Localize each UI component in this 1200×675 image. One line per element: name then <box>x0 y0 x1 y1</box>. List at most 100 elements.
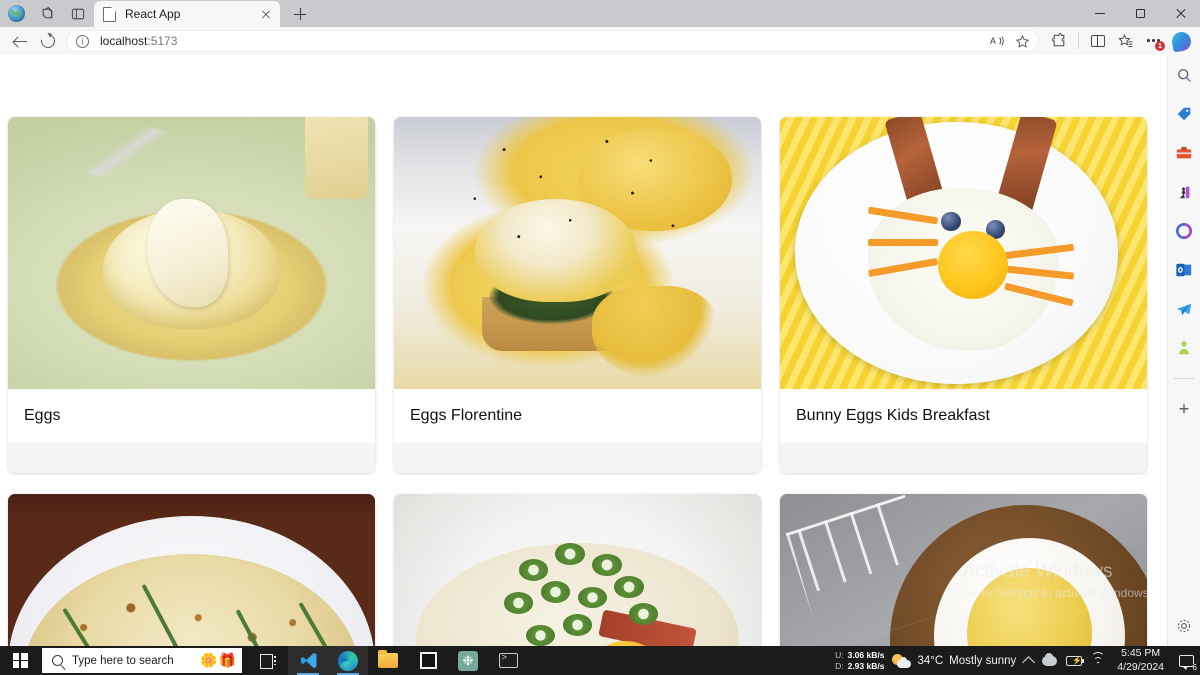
taskbar-search-input[interactable]: Type here to search 🌼 🎁 <box>42 648 242 673</box>
paper-plane-icon[interactable] <box>1172 297 1196 321</box>
extensions-icon[interactable] <box>1045 29 1073 53</box>
person-green-icon[interactable] <box>1172 336 1196 360</box>
add-tool-icon[interactable]: + <box>1172 397 1196 421</box>
settings-badge: 1 <box>1155 41 1165 51</box>
recipe-card[interactable]: Bunny Eggs Kids Breakfast <box>780 117 1147 474</box>
recipe-card[interactable]: Eggs <box>8 117 375 474</box>
tools-briefcase-icon[interactable] <box>1172 141 1196 165</box>
split-screen-icon[interactable] <box>1084 29 1112 53</box>
address-port: :5173 <box>147 34 178 48</box>
vs-code-icon[interactable] <box>288 646 328 675</box>
card-footer <box>8 443 375 474</box>
close-window-button[interactable] <box>1160 0 1200 27</box>
weather-condition: Mostly sunny <box>949 654 1017 667</box>
wifi-icon[interactable] <box>1091 652 1106 666</box>
address-host: localhost <box>100 34 148 48</box>
upload-label: U: <box>835 649 844 660</box>
clock-date: 4/29/2024 <box>1117 660 1164 673</box>
document-icon <box>103 6 116 22</box>
recipe-card[interactable]: Eggs Florentine <box>394 117 761 474</box>
battery-charging-icon[interactable]: ⚡ <box>1066 655 1085 666</box>
globe-icon[interactable] <box>6 4 26 24</box>
tab-strip: React App <box>0 0 1200 27</box>
weather-temperature: 34°C <box>917 654 944 667</box>
edge-sidebar: + <box>1167 55 1200 646</box>
browser-toolbar: i localhost:5173 A 1 <box>0 27 1200 55</box>
search-decoration: 🌼 🎁 <box>200 652 242 669</box>
recipe-card[interactable] <box>8 494 375 646</box>
reload-button[interactable] <box>34 29 62 53</box>
tab-title: React App <box>125 7 181 21</box>
back-button[interactable] <box>6 29 34 53</box>
games-icon[interactable] <box>1172 180 1196 204</box>
gear-icon[interactable] <box>1176 618 1192 638</box>
recipe-title: Bunny Eggs Kids Breakfast <box>780 389 1147 444</box>
copilot-icon[interactable] <box>1168 28 1194 54</box>
onedrive-icon[interactable] <box>1042 652 1058 666</box>
copilot-designer-icon[interactable] <box>1172 219 1196 243</box>
microsoft-edge-icon[interactable] <box>328 646 368 675</box>
maximize-button[interactable] <box>1120 0 1160 27</box>
tab-actions-icon[interactable] <box>68 4 88 24</box>
recipe-title: Eggs Florentine <box>394 389 761 444</box>
taskbar-clock[interactable]: 5:45 PM 4/29/2024 <box>1113 647 1168 674</box>
search-icon[interactable] <box>1172 63 1196 87</box>
svg-text:A: A <box>990 36 996 46</box>
gift-icon: 🎁 <box>218 652 236 668</box>
weather-widget[interactable]: 34°C Mostly sunny <box>892 653 1016 669</box>
notification-count: 6 <box>1192 662 1197 672</box>
search-icon <box>52 655 63 666</box>
recipe-image <box>8 117 375 389</box>
download-label: D: <box>835 660 844 671</box>
outlook-icon[interactable] <box>1172 258 1196 282</box>
taskbar-apps: ❉ <box>248 646 528 675</box>
card-footer <box>780 443 1147 474</box>
chevron-up-icon[interactable] <box>1022 655 1036 669</box>
upload-value: 3.06 kB/s <box>847 649 885 660</box>
minimize-button[interactable] <box>1080 0 1120 27</box>
collections-icon[interactable] <box>1112 29 1140 53</box>
recipe-image <box>394 494 761 646</box>
card-footer <box>394 443 761 474</box>
clock-time: 5:45 PM <box>1121 646 1161 659</box>
flowers-icon: 🌼 <box>200 652 218 668</box>
chatgpt-icon[interactable]: ❉ <box>448 646 488 675</box>
recipe-image <box>780 494 1147 646</box>
screen: React App i localhost:5173 A 1 Eggs Eggs… <box>0 0 1200 675</box>
read-aloud-icon[interactable]: A <box>986 30 1010 52</box>
recipe-image <box>780 117 1147 389</box>
browser-window: React App i localhost:5173 A 1 Eggs Eggs… <box>0 0 1200 646</box>
notifications-icon[interactable]: 6 <box>1176 651 1197 672</box>
new-tab-button[interactable] <box>287 1 313 27</box>
terminal-icon[interactable] <box>488 646 528 675</box>
sidebar-divider <box>1174 378 1194 379</box>
taskbar-tray: U: D: 3.06 kB/s 2.93 kB/s 34°C Mostly su… <box>835 646 1200 675</box>
recipe-card[interactable] <box>780 494 1147 646</box>
download-value: 2.93 kB/s <box>847 660 885 671</box>
recipe-card[interactable] <box>394 494 761 646</box>
app-square-icon[interactable] <box>408 646 448 675</box>
add-favorite-icon[interactable] <box>1010 30 1034 52</box>
file-explorer-icon[interactable] <box>368 646 408 675</box>
network-speed-indicator: U: D: 3.06 kB/s 2.93 kB/s <box>835 650 884 671</box>
tray-icons: ⚡ <box>1022 652 1106 669</box>
window-controls <box>1080 0 1200 27</box>
sun-cloud-icon <box>892 653 912 669</box>
browser-tab[interactable]: React App <box>94 1 280 27</box>
workspaces-icon[interactable] <box>37 4 57 24</box>
windows-taskbar: Type here to search 🌼 🎁 ❉ U: <box>0 646 1200 675</box>
recipe-image <box>394 117 761 389</box>
info-icon[interactable]: i <box>76 34 89 48</box>
page-viewport: Eggs Eggs Florentine Bunny Eggs Kids Bre… <box>0 55 1200 646</box>
web-page: Eggs Eggs Florentine Bunny Eggs Kids Bre… <box>0 55 1167 646</box>
close-tab-icon[interactable] <box>258 6 274 22</box>
shopping-tag-icon[interactable] <box>1172 102 1196 126</box>
address-bar[interactable]: i localhost:5173 A <box>66 30 1039 52</box>
search-placeholder: Type here to search <box>72 654 174 667</box>
address-bar-url: localhost:5173 <box>100 34 177 48</box>
recipe-title: Eggs <box>8 389 375 444</box>
tab-strip-left-icons <box>0 0 88 27</box>
task-view-icon[interactable] <box>248 646 288 675</box>
settings-more-button[interactable]: 1 <box>1140 29 1168 53</box>
windows-start-icon[interactable] <box>0 646 40 675</box>
